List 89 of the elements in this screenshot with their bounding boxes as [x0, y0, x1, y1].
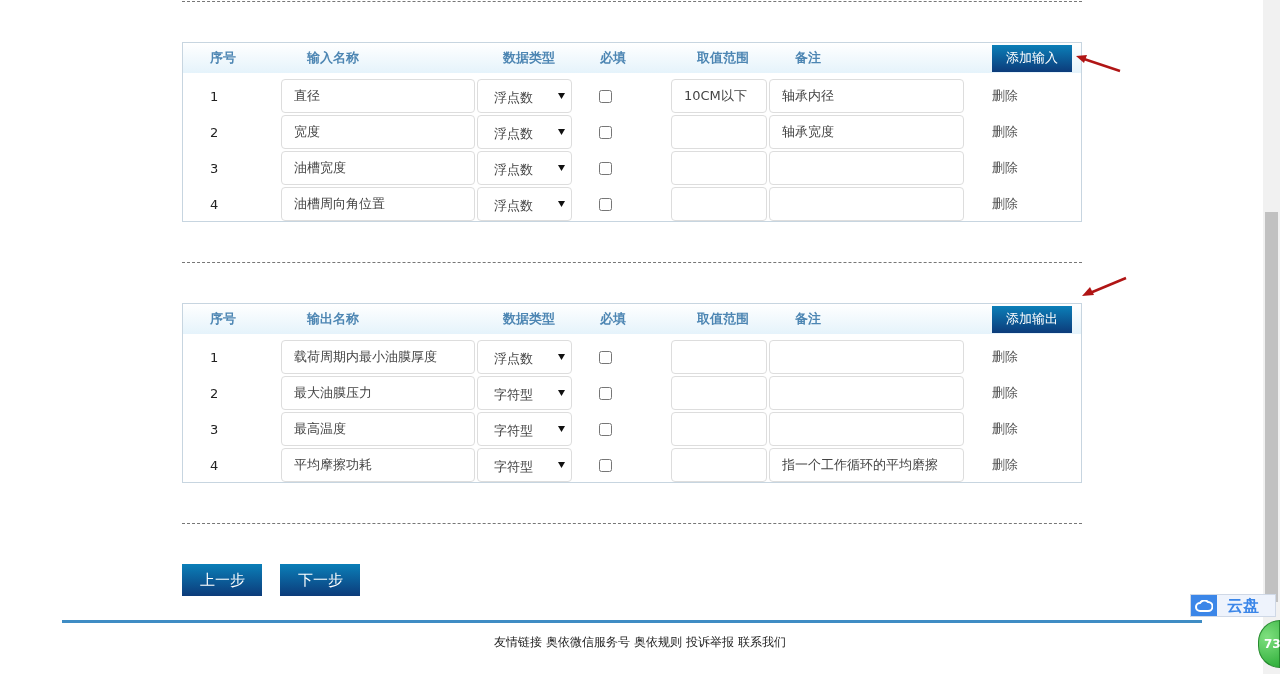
column-header: 数据类型 [502, 310, 556, 328]
footer-link[interactable]: 友情链接 [494, 634, 542, 651]
range-field[interactable] [671, 412, 767, 446]
add-button[interactable]: 添加输入 [992, 44, 1072, 72]
cloud-label: 云盘 [1226, 595, 1259, 616]
add-button[interactable]: 添加输出 [992, 305, 1072, 333]
caret-icon [558, 354, 565, 360]
range-field[interactable] [671, 151, 767, 185]
column-header: 备注 [794, 49, 822, 67]
required-checkbox[interactable] [599, 197, 612, 211]
name-field[interactable]: 宽度 [281, 115, 475, 149]
caret-icon [558, 201, 565, 207]
required-checkbox[interactable] [599, 350, 612, 364]
column-header: 序号 [209, 49, 237, 67]
scrollbar-thumb[interactable] [1265, 212, 1278, 602]
footer-link[interactable]: 联系我们 [738, 634, 786, 651]
type-dropdown[interactable]: 字符型 [477, 376, 572, 410]
delete-link[interactable]: 删除 [966, 384, 1018, 402]
note-field[interactable] [769, 340, 964, 374]
type-dropdown[interactable]: 字符型 [477, 412, 572, 446]
note-field[interactable]: 指一个工作循环的平均磨擦 [769, 448, 964, 482]
note-field[interactable] [769, 151, 964, 185]
range-field[interactable] [671, 187, 767, 221]
footer-link[interactable]: 奥依规则 [634, 634, 682, 651]
row-number: 4 [209, 196, 219, 212]
previous-button[interactable]: 上一步 [182, 564, 262, 596]
delete-link[interactable]: 删除 [966, 123, 1018, 141]
delete-link[interactable]: 删除 [966, 159, 1018, 177]
range-field[interactable] [671, 376, 767, 410]
column-header: 备注 [794, 310, 822, 328]
required-checkbox[interactable] [599, 422, 612, 436]
required-checkbox[interactable] [599, 386, 612, 400]
row-number: 1 [209, 349, 219, 365]
type-dropdown[interactable]: 浮点数 [477, 79, 572, 113]
column-header: 必填 [599, 49, 627, 67]
name-field[interactable]: 平均摩擦功耗 [281, 448, 475, 482]
note-field[interactable]: 轴承内径 [769, 79, 964, 113]
range-field[interactable]: 10CM以下 [671, 79, 767, 113]
caret-icon [558, 426, 565, 432]
column-header: 数据类型 [502, 49, 556, 67]
next-button[interactable]: 下一步 [280, 564, 360, 596]
name-field[interactable]: 载荷周期内最小油膜厚度 [281, 340, 475, 374]
range-field[interactable] [671, 115, 767, 149]
required-checkbox[interactable] [599, 89, 612, 103]
cloud-icon [1191, 595, 1217, 616]
required-checkbox[interactable] [599, 161, 612, 175]
column-header: 取值范围 [696, 310, 750, 328]
type-dropdown[interactable]: 浮点数 [477, 151, 572, 185]
scrollbar[interactable] [1263, 0, 1280, 674]
name-field[interactable]: 油槽周向角位置 [281, 187, 475, 221]
footer-link[interactable]: 奥依微信服务号 [546, 634, 630, 651]
column-header: 取值范围 [696, 49, 750, 67]
delete-link[interactable]: 删除 [966, 195, 1018, 213]
required-checkbox[interactable] [599, 458, 612, 472]
column-header: 必填 [599, 310, 627, 328]
name-field[interactable]: 最大油膜压力 [281, 376, 475, 410]
range-field[interactable] [671, 448, 767, 482]
caret-icon [558, 462, 565, 468]
name-field[interactable]: 油槽宽度 [281, 151, 475, 185]
type-dropdown[interactable]: 浮点数 [477, 187, 572, 221]
delete-link[interactable]: 删除 [966, 420, 1018, 438]
required-checkbox[interactable] [599, 125, 612, 139]
note-field[interactable] [769, 376, 964, 410]
row-number: 1 [209, 88, 219, 104]
type-dropdown[interactable]: 浮点数 [477, 115, 572, 149]
column-header: 序号 [209, 310, 237, 328]
delete-link[interactable]: 删除 [966, 456, 1018, 474]
type-dropdown[interactable]: 字符型 [477, 448, 572, 482]
caret-icon [558, 390, 565, 396]
column-header: 输出名称 [306, 310, 360, 328]
name-field[interactable]: 最高温度 [281, 412, 475, 446]
delete-link[interactable]: 删除 [966, 87, 1018, 105]
delete-link[interactable]: 删除 [966, 348, 1018, 366]
note-field[interactable] [769, 187, 964, 221]
note-field[interactable]: 轴承宽度 [769, 115, 964, 149]
type-dropdown[interactable]: 浮点数 [477, 340, 572, 374]
caret-icon [558, 93, 565, 99]
row-number: 4 [209, 457, 219, 473]
column-header: 输入名称 [306, 49, 360, 67]
name-field[interactable]: 直径 [281, 79, 475, 113]
row-number: 3 [209, 421, 219, 437]
footer-link[interactable]: 投诉举报 [686, 634, 734, 651]
caret-icon [558, 165, 565, 171]
note-field[interactable] [769, 412, 964, 446]
row-number: 2 [209, 385, 219, 401]
range-field[interactable] [671, 340, 767, 374]
row-number: 2 [209, 124, 219, 140]
caret-icon [558, 129, 565, 135]
row-number: 3 [209, 160, 219, 176]
